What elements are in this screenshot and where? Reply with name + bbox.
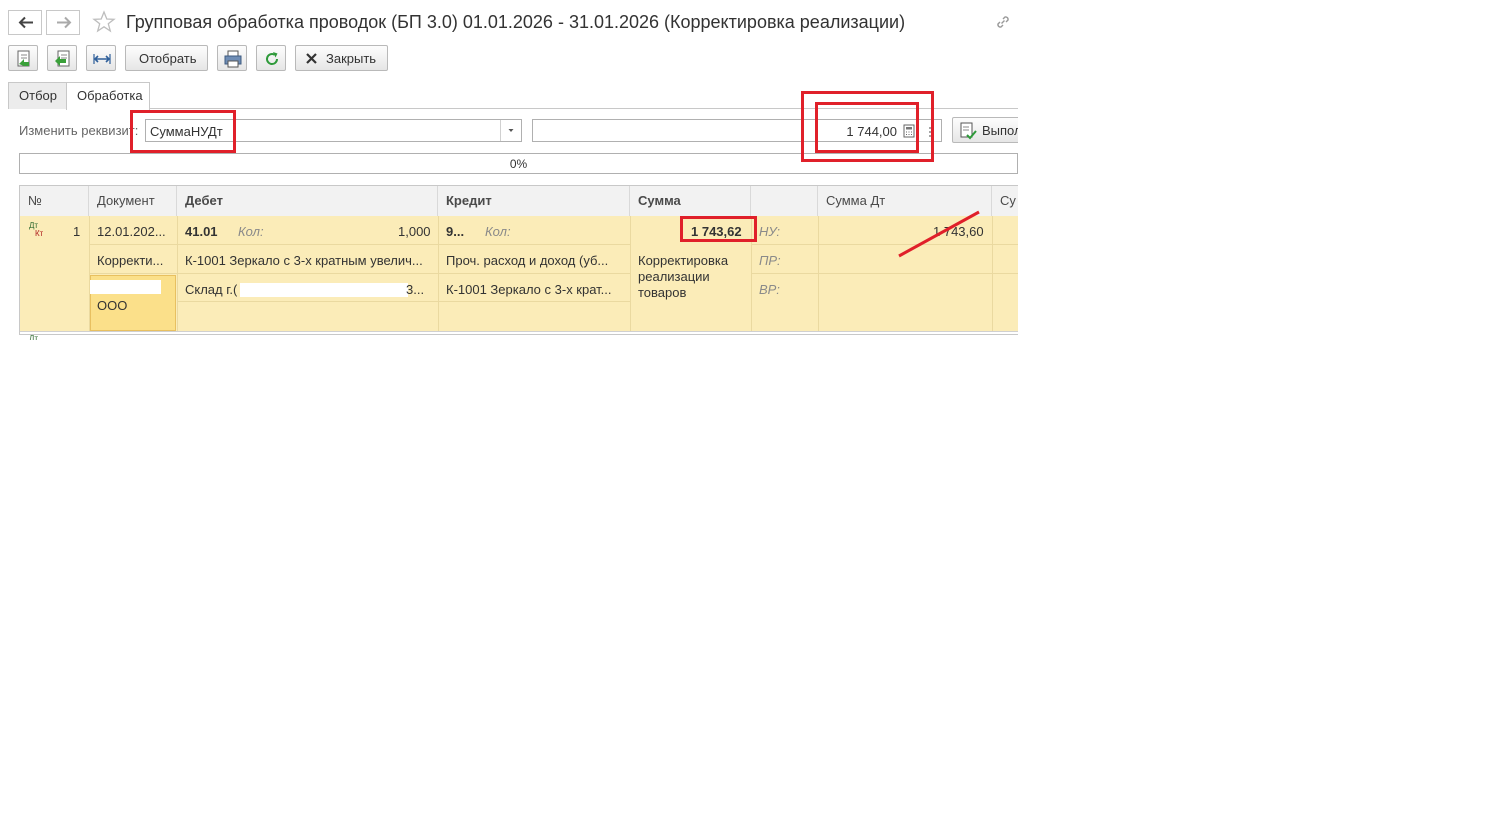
credit-account: 9... <box>446 224 465 239</box>
grid-line <box>751 273 1018 274</box>
execute-button-label: Выпол <box>982 123 1018 138</box>
document-unload-icon <box>55 50 70 67</box>
change-attr-label: Изменить реквизит: <box>19 123 139 138</box>
kt-icon: Кт <box>35 229 44 238</box>
grid-line <box>20 331 1018 332</box>
grid-line <box>89 244 630 245</box>
window-title: Групповая обработка проводок (БП 3.0) 01… <box>126 12 906 32</box>
fit-width-button[interactable] <box>86 45 116 71</box>
refresh-icon <box>266 52 279 65</box>
redacted-area <box>90 280 161 294</box>
star-icon[interactable] <box>92 10 116 34</box>
select-button[interactable]: Отобрать <box>125 45 208 71</box>
unload-button[interactable] <box>47 45 77 71</box>
select-button-label: Отобрать <box>139 51 197 66</box>
entries-table: № Документ Дебет Кредит Сумма Сумма Дт С… <box>19 185 1018 340</box>
load-button[interactable] <box>8 45 38 71</box>
grid-line <box>630 216 631 331</box>
credit-subconto-2: К-1001 Зеркало с 3-х крат... <box>446 282 612 297</box>
expand-horizontal-icon <box>93 54 111 64</box>
credit-subconto-1: Проч. расход и доход (уб... <box>446 253 609 268</box>
annotation-box-amount-inner <box>815 102 919 153</box>
close-icon <box>306 53 317 64</box>
entry-content: Корректировка реализации товаров <box>638 253 729 300</box>
debit-qty: 1,000 <box>398 224 431 239</box>
next-row-dt-icon: Дт <box>29 334 39 340</box>
annotation-strike-line <box>898 210 980 258</box>
document-load-icon <box>17 50 30 67</box>
header-credit[interactable]: Кредит <box>438 186 630 216</box>
debit-subconto-2-suffix: 3... <box>406 282 425 297</box>
printer-icon <box>224 50 242 68</box>
tab-filter[interactable]: Отбор <box>8 82 67 109</box>
vr-label: ВР: <box>759 282 780 297</box>
attr-dropdown-button[interactable] <box>500 120 521 141</box>
refresh-button[interactable] <box>256 45 286 71</box>
arrow-right-icon <box>57 16 72 29</box>
grid-line <box>89 273 630 274</box>
debit-subconto-1: К-1001 Зеркало с 3-х кратным увелич... <box>185 253 423 268</box>
tab-processing[interactable]: Обработка <box>66 82 150 110</box>
grid-line <box>177 301 630 302</box>
header-debit[interactable]: Дебет <box>177 186 438 216</box>
header-document[interactable]: Документ <box>89 186 177 216</box>
annotation-box-sum <box>680 216 757 242</box>
document-org: ООО <box>97 298 128 313</box>
back-button[interactable] <box>8 10 42 35</box>
redacted-area <box>240 283 408 297</box>
row-number: 1 <box>73 224 81 239</box>
execute-button[interactable]: Выпол <box>952 117 1018 143</box>
header-number[interactable]: № <box>20 186 89 216</box>
document-date: 12.01.202... <box>97 224 166 239</box>
table-header: № Документ Дебет Кредит Сумма Сумма Дт С… <box>20 186 1018 217</box>
debit-account: 41.01 <box>185 224 218 239</box>
chevron-down-icon <box>508 129 514 132</box>
close-button-label: Закрыть <box>326 51 377 66</box>
print-button[interactable] <box>217 45 247 71</box>
forward-button[interactable] <box>46 10 80 35</box>
header-sum-kt[interactable]: Су <box>992 186 1018 216</box>
link-icon[interactable] <box>995 14 1011 30</box>
arrow-left-icon <box>18 16 33 29</box>
credit-qty-label: Кол: <box>485 224 511 239</box>
execute-document-icon <box>960 122 977 140</box>
nu-label: НУ: <box>759 224 781 239</box>
pr-label: ПР: <box>759 253 781 268</box>
document-type: Корректи... <box>97 253 164 268</box>
close-button[interactable]: Закрыть <box>295 45 388 71</box>
header-sum[interactable]: Сумма <box>630 186 751 216</box>
annotation-box-attr <box>130 110 236 153</box>
debit-qty-label: Кол: <box>238 224 264 239</box>
debit-subconto-2-prefix: Склад г.( <box>185 282 238 297</box>
header-blank[interactable] <box>751 186 818 216</box>
main-window: Групповая обработка проводок (БП 3.0) 01… <box>0 0 1018 340</box>
